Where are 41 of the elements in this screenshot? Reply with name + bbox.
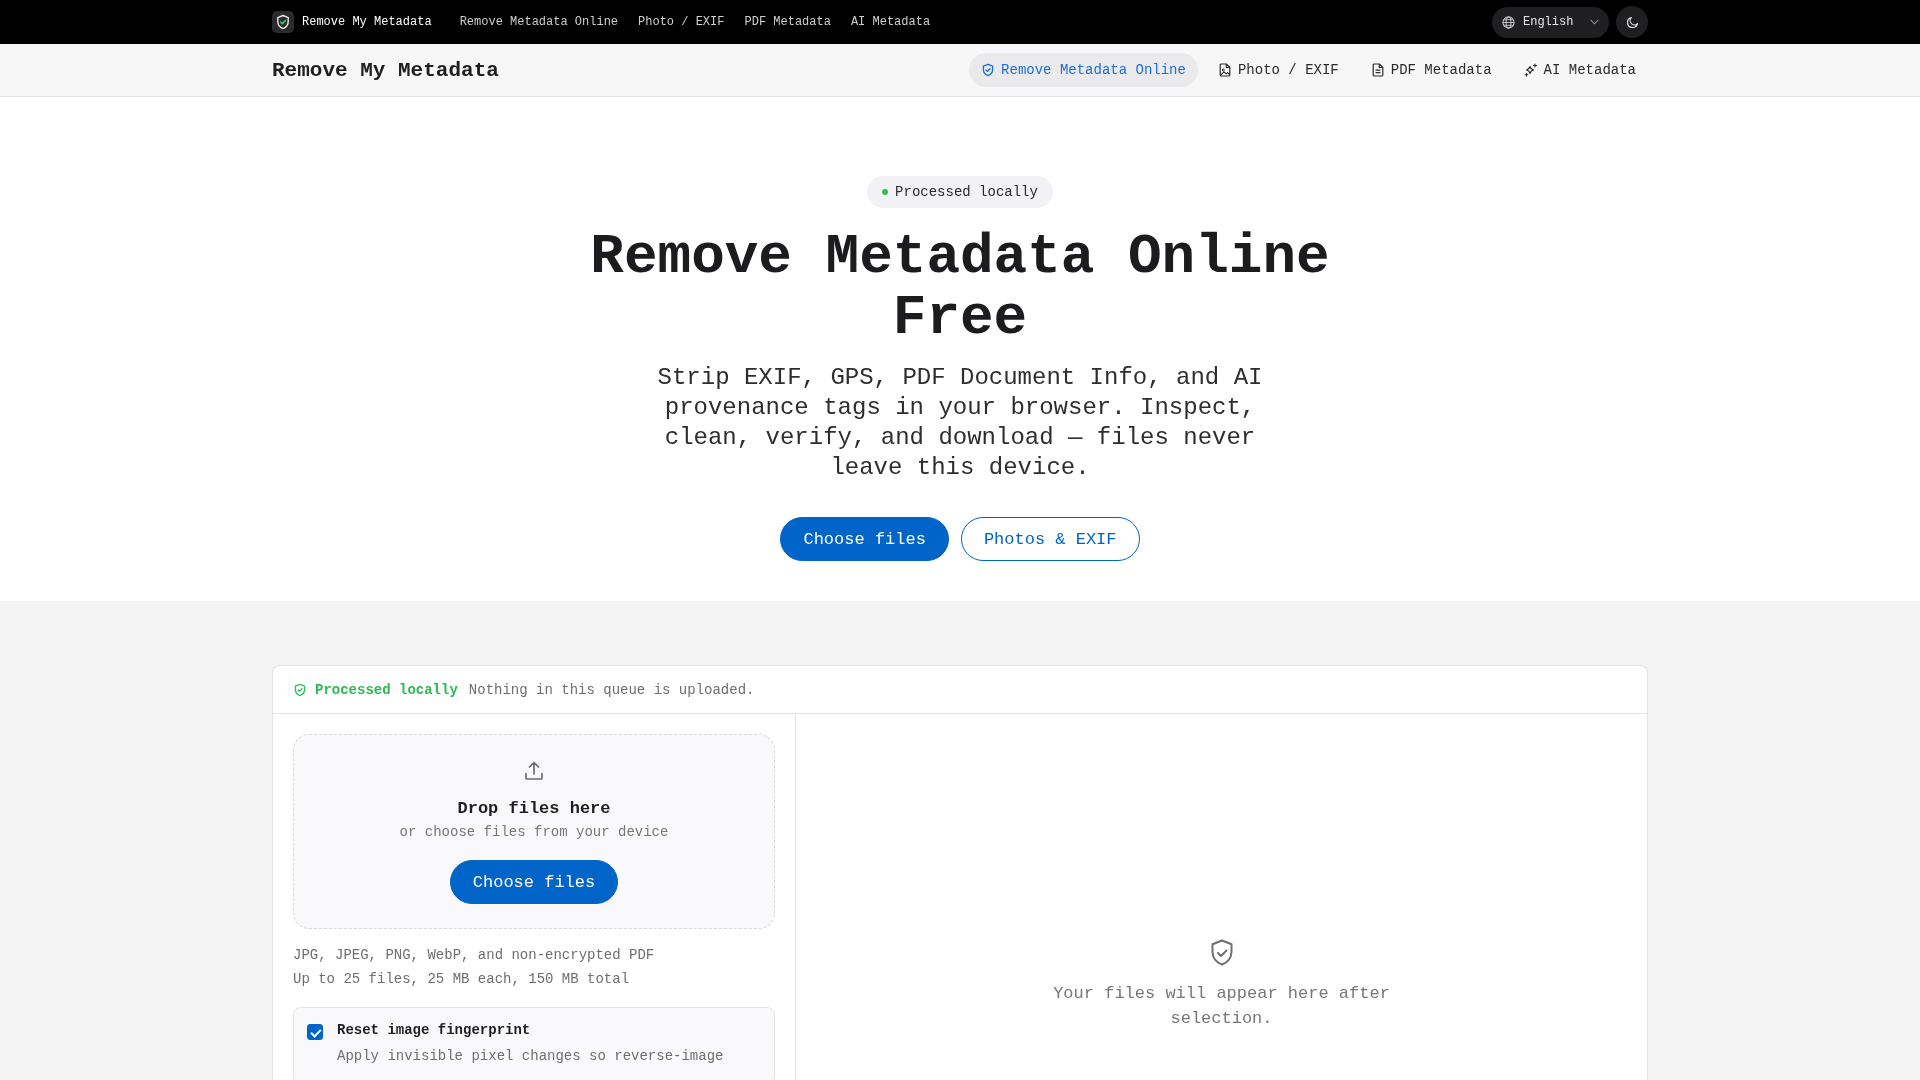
status-dot-icon (882, 189, 889, 195)
moon-icon (1625, 15, 1639, 29)
upload-icon (522, 759, 546, 783)
document-icon (1370, 63, 1385, 77)
chevron-down-icon (1590, 19, 1599, 25)
choose-files-button[interactable]: Choose files (449, 860, 619, 904)
empty-state-text: Your files will appear here after selection. (1052, 983, 1391, 1030)
file-limits-note: Up to 25 files, 25 MB each, 150 MB total (293, 970, 631, 989)
language-select[interactable]: English (1492, 6, 1609, 38)
photos-exif-button[interactable]: Photos & EXIF (960, 517, 1140, 561)
sparkle-icon (1523, 63, 1538, 77)
nav-tab[interactable]: PDF Metadata (1358, 53, 1504, 87)
nav-tab[interactable]: AI Metadata (1511, 53, 1648, 87)
nav-link[interactable]: Photo / EXIF (638, 15, 725, 29)
status-message: Nothing in this queue is uploaded. (468, 681, 755, 698)
nav-tab[interactable]: Photo / EXIF (1205, 53, 1351, 87)
option-label: Reset image fingerprint (337, 1021, 532, 1040)
drop-zone[interactable]: Drop files here or choose files from your device Choose files (293, 734, 775, 929)
badge-text: Processed locally (895, 184, 1038, 200)
nav-link[interactable]: AI Metadata (850, 15, 931, 29)
drop-hint: or choose files from your device (399, 824, 669, 840)
drop-title: Drop files here (457, 799, 611, 818)
shield-check-icon (293, 682, 307, 697)
shield-check-icon (1209, 939, 1234, 967)
shield-logo-icon (272, 11, 294, 33)
shield-icon (981, 63, 996, 77)
nav-link[interactable]: Remove Metadata Online (459, 15, 619, 29)
site-title-link[interactable]: Remove My Metadata (272, 58, 499, 82)
nav-tab[interactable]: Remove Metadata Online (969, 53, 1198, 87)
hero-title: Remove Metadata Online Free (589, 227, 1331, 349)
choose-files-button[interactable]: Choose files (780, 517, 949, 561)
brand-link[interactable]: Remove My Metadata (302, 15, 432, 29)
theme-toggle-button[interactable] (1616, 6, 1648, 38)
hero-subtitle: Strip EXIF, GPS, PDF Document Info, and AI provenance tags in your browser. Inspect, clean, verify, and download — files never leave this device. (656, 363, 1264, 483)
option-description: Apply invisible pixel changes so reverse-image (337, 1047, 724, 1066)
status-label: Processed locally (315, 681, 458, 698)
image-file-icon (1217, 63, 1232, 77)
nav-link[interactable]: PDF Metadata (744, 15, 831, 29)
globe-icon (1502, 15, 1515, 29)
file-limits-note: JPG, JPEG, PNG, WebP, and non-encrypted PDF (293, 946, 656, 965)
checkbox[interactable] (307, 1024, 323, 1040)
